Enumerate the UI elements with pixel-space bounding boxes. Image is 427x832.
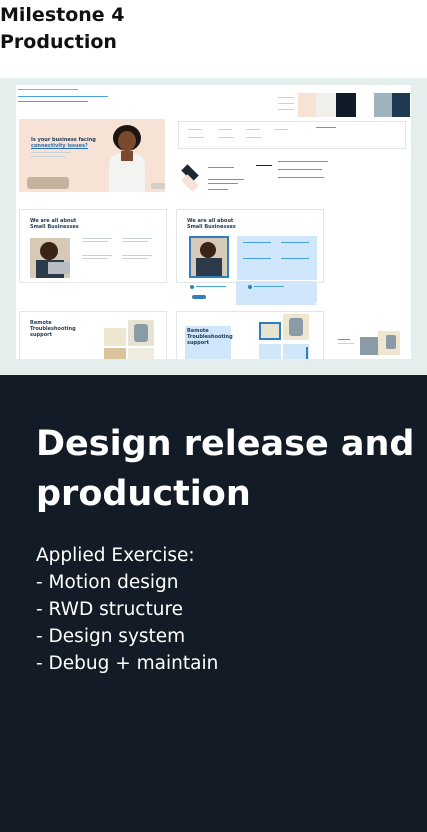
design-board-image: Is your business facing connectivity iss… xyxy=(16,85,411,359)
card-person-photo xyxy=(30,238,70,278)
exercise-item-motion-design: - Motion design xyxy=(36,572,179,593)
color-swatches xyxy=(298,93,410,117)
card3-heading-line3: support xyxy=(30,332,52,338)
card2-heading-line2: Small Businesses xyxy=(187,224,236,230)
card4-heading-line3: support xyxy=(187,340,209,346)
hero-person-photo xyxy=(105,125,149,192)
exercise-item-rwd-structure: - RWD structure xyxy=(36,599,184,620)
design-board-preview: Is your business facing connectivity iss… xyxy=(0,78,427,375)
card-small-business-1: We are all about Small Businesses xyxy=(19,209,167,283)
milestone-title: Milestone 4 Production xyxy=(0,2,300,56)
exercise-label: Applied Exercise: xyxy=(36,545,195,566)
milestone-stage: Production xyxy=(0,31,117,53)
card-heading-line2: Small Businesses xyxy=(30,224,79,230)
exercise-item-debug-maintain: - Debug + maintain xyxy=(36,653,219,674)
section-title: Design release and production xyxy=(36,424,415,514)
hero-mockup: Is your business facing connectivity iss… xyxy=(19,119,165,192)
card-remote-support-2: Remote Troubleshooting support xyxy=(176,311,324,359)
exercise-item-design-system: - Design system xyxy=(36,626,186,647)
layers-icon xyxy=(180,164,204,195)
card-small-business-2: We are all about Small Businesses xyxy=(176,209,324,302)
milestone-header: Milestone 4 Production xyxy=(0,0,427,78)
design-release-section: Design release and production Applied Ex… xyxy=(0,375,427,832)
exercise-list: - Motion design - RWD structure - Design… xyxy=(36,569,218,677)
hero-heading-line2: connectivity issues? xyxy=(31,143,88,149)
card-remote-support-1: Remote Troubleshooting support xyxy=(19,311,167,359)
milestone-number: Milestone 4 xyxy=(0,4,125,26)
